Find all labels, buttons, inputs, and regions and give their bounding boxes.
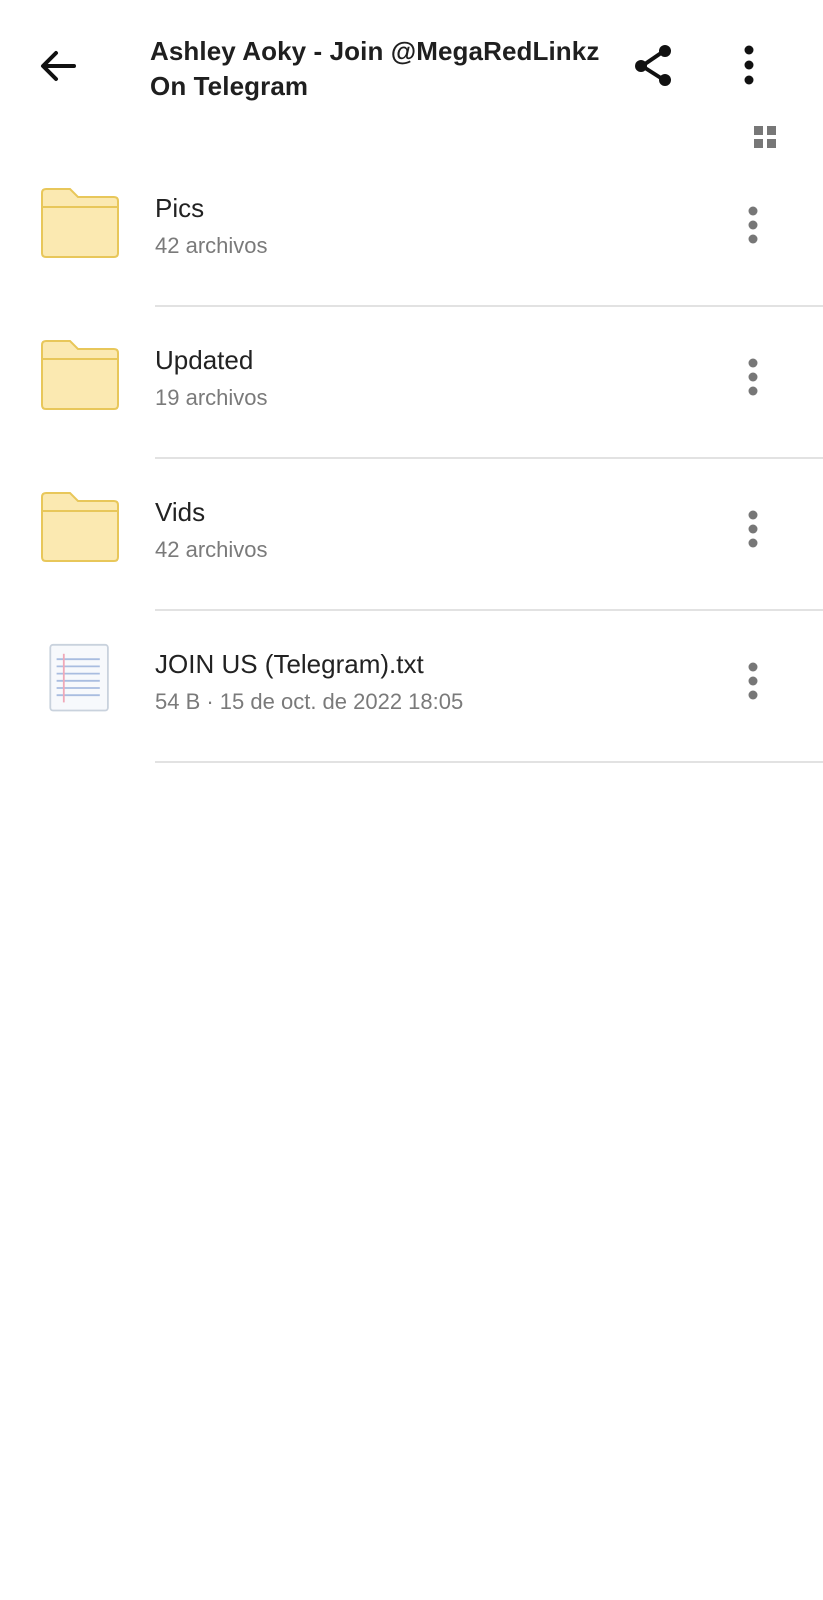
item-name: Vids <box>155 497 206 527</box>
more-vert-icon[interactable] <box>746 507 774 551</box>
folder-icon <box>41 340 119 410</box>
more-vert-icon <box>744 45 754 85</box>
text-file-icon <box>49 643 109 712</box>
folder-icon <box>41 492 119 562</box>
page-title: Ashley Aoky - Join @MegaRedLinkz On Tele… <box>150 36 600 101</box>
arrow-left-icon <box>41 51 76 81</box>
item-name: Pics <box>155 193 205 223</box>
divider <box>155 761 823 763</box>
grid-view-icon <box>754 126 776 148</box>
item-meta: 42 archivos <box>155 233 268 258</box>
app-bar: Ashley Aoky - Join @MegaRedLinkz On Tele… <box>0 0 823 148</box>
item-name: JOIN US (Telegram).txt <box>155 649 424 679</box>
list-item-folder-updated[interactable]: Updated 19 archivos <box>0 307 823 459</box>
share-icon <box>635 45 671 86</box>
file-list: Pics 42 archivos Updated 19 archivos Vid… <box>0 155 823 763</box>
folder-icon <box>41 188 119 258</box>
list-item-file-txt[interactable]: JOIN US (Telegram).txt 54 B · 15 de oct.… <box>0 611 823 763</box>
item-meta: 42 archivos <box>155 537 268 562</box>
item-meta: 19 archivos <box>155 385 268 410</box>
more-vert-icon[interactable] <box>746 659 774 703</box>
list-item-folder-vids[interactable]: Vids 42 archivos <box>0 459 823 611</box>
grid-view-toggle[interactable] <box>754 126 782 154</box>
more-options-button[interactable] <box>738 42 786 90</box>
more-vert-icon[interactable] <box>746 203 774 247</box>
item-name: Updated <box>155 345 254 375</box>
more-vert-icon[interactable] <box>746 355 774 399</box>
back-button[interactable] <box>34 42 82 90</box>
list-item-folder-pics[interactable]: Pics 42 archivos <box>0 155 823 307</box>
item-meta: 54 B · 15 de oct. de 2022 18:05 <box>155 689 464 714</box>
share-button[interactable] <box>630 42 678 90</box>
